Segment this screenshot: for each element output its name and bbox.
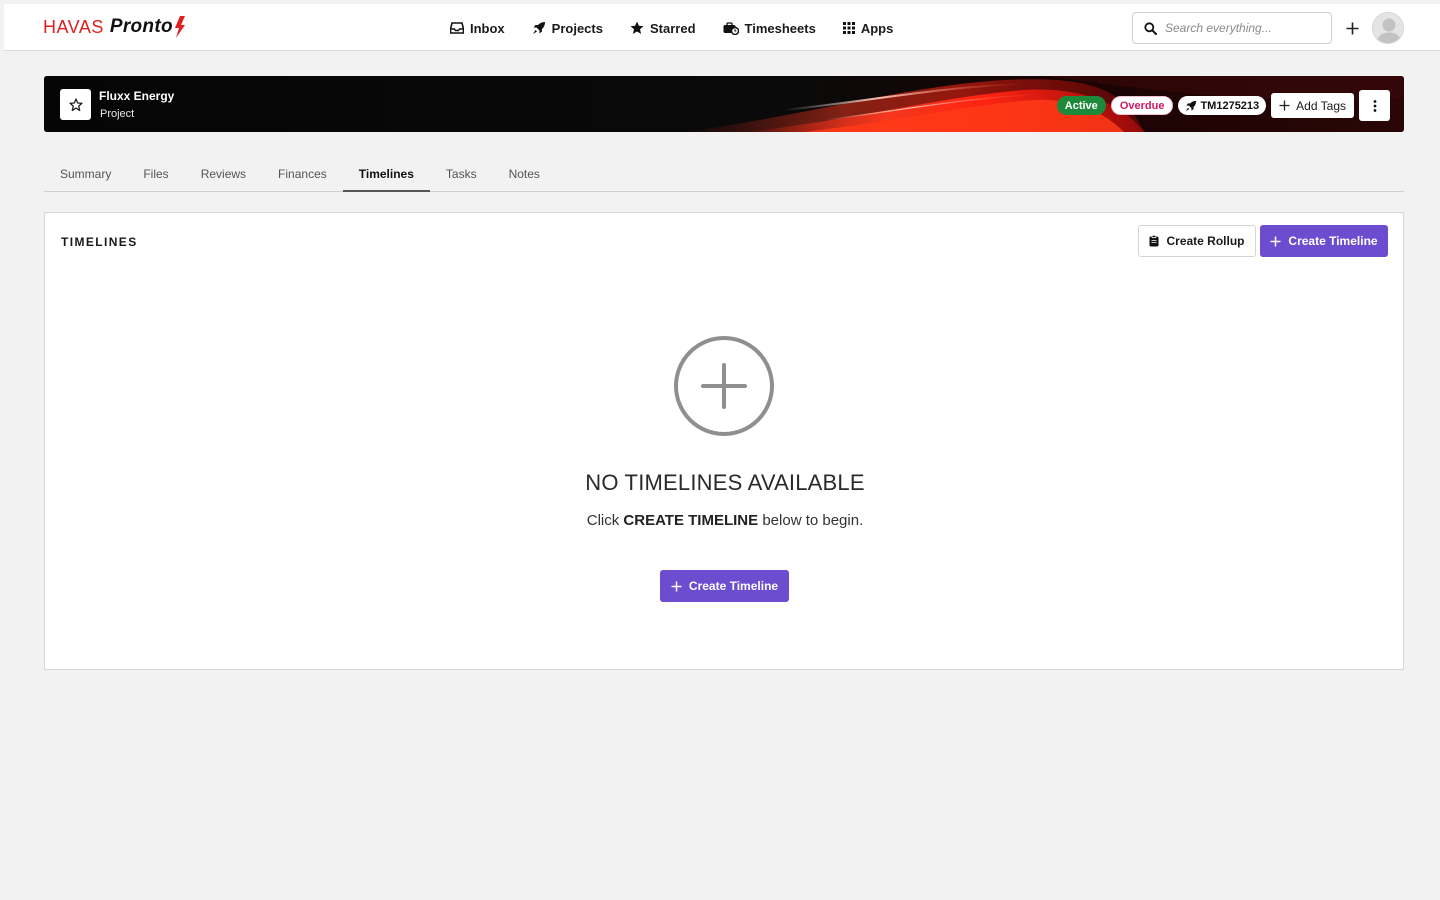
- plus-icon: [1279, 100, 1290, 111]
- user-silhouette-icon: [1373, 13, 1403, 43]
- rocket-icon: [1186, 100, 1197, 111]
- star-project-button[interactable]: [60, 89, 91, 120]
- lightning-bolt-icon: [174, 16, 185, 38]
- empty-state-title: NO TIMELINES AVAILABLE: [585, 470, 865, 495]
- project-badges: Active Overdue TM1275213 Add Tags: [1056, 90, 1390, 121]
- nav-inbox-label: Inbox: [470, 20, 505, 36]
- project-type-label: Project: [100, 108, 135, 120]
- create-timeline-label: Create Timeline: [688, 579, 779, 593]
- job-number-badge: TM1275213: [1178, 96, 1267, 115]
- project-name: Fluxx Energy: [99, 89, 175, 103]
- more-vertical-icon: [1373, 99, 1376, 112]
- status-badge-overdue: Overdue: [1110, 96, 1174, 115]
- add-tags-button[interactable]: Add Tags: [1271, 93, 1354, 118]
- tab-reviews[interactable]: Reviews: [185, 156, 262, 191]
- logo-pronto-text: Pronto: [109, 16, 173, 37]
- project-more-menu-button[interactable]: [1359, 90, 1390, 121]
- star-outline-icon: [68, 97, 83, 111]
- havas-pronto-logo[interactable]: HAVAS Pronto: [43, 13, 186, 41]
- empty-message-prefix: Click: [586, 512, 620, 529]
- job-number-text: TM1275213: [1200, 99, 1260, 112]
- panel-title: TIMELINES: [61, 235, 138, 249]
- inbox-icon: [450, 22, 464, 34]
- empty-message-emphasis: CREATE TIMELINE: [623, 512, 759, 529]
- logo-havas-text: HAVAS: [43, 16, 104, 37]
- nav-starred-label: Starred: [649, 20, 696, 36]
- quick-add-button[interactable]: [1342, 18, 1362, 38]
- create-rollup-button[interactable]: Create Rollup: [1138, 225, 1256, 257]
- create-timeline-empty-state-button[interactable]: Create Timeline: [660, 570, 789, 602]
- project-tabs: Summary Files Reviews Finances Timelines…: [44, 156, 1404, 192]
- tab-files[interactable]: Files: [127, 156, 184, 191]
- search-icon: [1144, 21, 1157, 35]
- timesheets-icon: [723, 21, 739, 35]
- search-input[interactable]: [1165, 21, 1315, 35]
- main-navigation: Inbox Projects Starred Timesheets Apps: [450, 16, 920, 40]
- plus-icon: [1346, 22, 1358, 34]
- create-timeline-label: Create Timeline: [1288, 234, 1378, 248]
- nav-starred[interactable]: Starred: [630, 21, 696, 36]
- add-tags-label: Add Tags: [1296, 98, 1346, 113]
- tab-summary[interactable]: Summary: [44, 156, 127, 191]
- plus-icon: [1270, 236, 1281, 246]
- nav-projects-label: Projects: [551, 20, 603, 36]
- create-rollup-label: Create Rollup: [1166, 234, 1245, 248]
- top-navigation-bar: HAVAS Pronto Inbox Projects Starred Time…: [4, 4, 1440, 51]
- tab-finances[interactable]: Finances: [262, 156, 343, 191]
- status-badge-active: Active: [1056, 96, 1106, 115]
- nav-apps-label: Apps: [860, 20, 894, 36]
- empty-message-suffix: below to begin.: [762, 512, 864, 529]
- nav-timesheets[interactable]: Timesheets: [723, 21, 816, 36]
- plus-icon: [671, 581, 682, 591]
- create-timeline-header-button[interactable]: Create Timeline: [1260, 225, 1388, 257]
- tab-timelines[interactable]: Timelines: [342, 156, 431, 192]
- tab-notes[interactable]: Notes: [493, 156, 556, 191]
- empty-state-message: Click CREATE TIMELINE below to begin.: [45, 512, 1405, 529]
- nav-projects[interactable]: Projects: [532, 21, 603, 36]
- timelines-panel: TIMELINES Create Rollup Create Timeline …: [44, 212, 1404, 670]
- nav-inbox[interactable]: Inbox: [450, 21, 505, 36]
- user-avatar[interactable]: [1372, 12, 1404, 44]
- tab-tasks[interactable]: Tasks: [430, 156, 493, 191]
- project-header-banner: Fluxx Energy Project Active Overdue TM12…: [44, 76, 1404, 132]
- grid-icon: [842, 22, 855, 34]
- add-circle-icon: [674, 336, 774, 436]
- clipboard-icon: [1149, 235, 1159, 247]
- rocket-icon: [532, 22, 545, 34]
- global-search[interactable]: [1132, 12, 1332, 44]
- nav-apps[interactable]: Apps: [842, 20, 894, 36]
- star-icon: [630, 21, 644, 34]
- nav-timesheets-label: Timesheets: [744, 20, 816, 36]
